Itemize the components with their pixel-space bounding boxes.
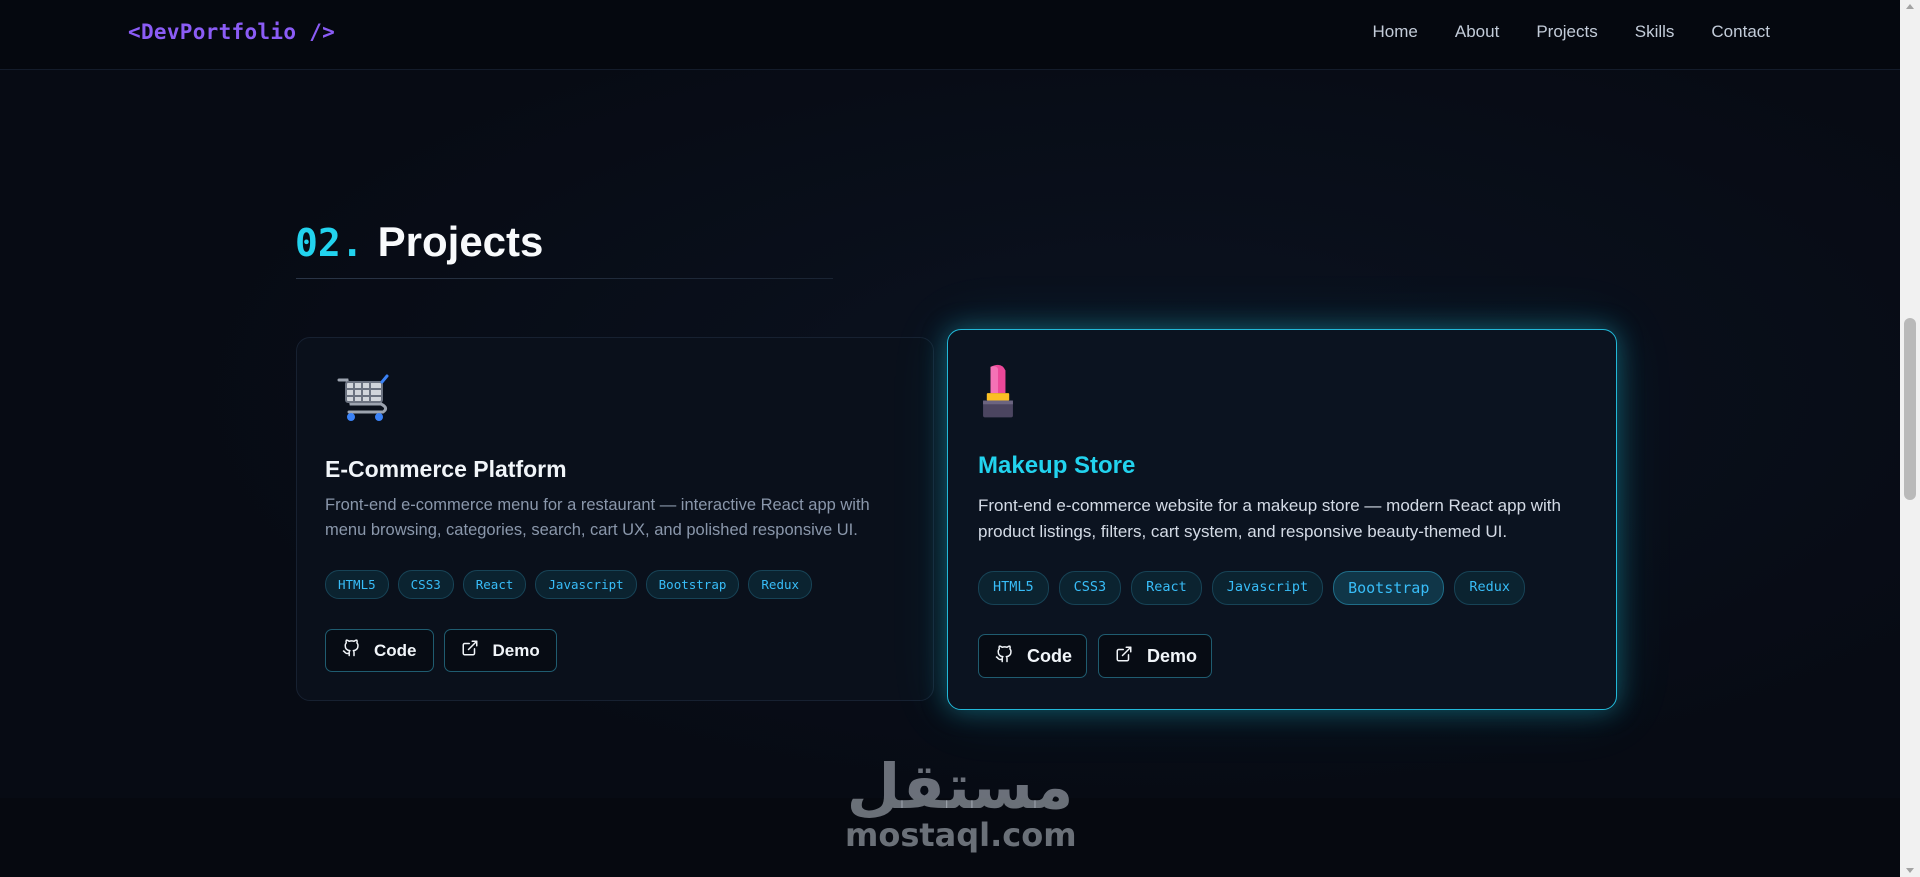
tech-tags: HTML5 CSS3 React Javascript Bootstrap Re… (325, 570, 813, 599)
project-actions: Code Demo (978, 634, 1213, 678)
portfolio-page: <DevPortfolio /> Home About Projects Ski… (0, 0, 1920, 877)
code-button-label: Code (374, 640, 417, 660)
code-button[interactable]: Code (325, 629, 434, 672)
tech-tag: Redux (748, 570, 813, 599)
nav-link-contact[interactable]: Contact (1711, 22, 1770, 42)
scroll-up-arrow-icon[interactable] (1906, 4, 1914, 9)
demo-button[interactable]: Demo (443, 629, 557, 672)
scroll-down-arrow-icon[interactable] (1906, 868, 1914, 873)
code-button[interactable]: Code (978, 634, 1087, 678)
nav-links: Home About Projects Skills Contact (1373, 22, 1770, 42)
section-divider (296, 278, 833, 279)
watermark: مستقل mostaql.com (845, 750, 1077, 854)
tech-tag: Redux (1454, 571, 1525, 605)
demo-button-label: Demo (1147, 645, 1198, 666)
project-title: Makeup Store (978, 452, 1136, 479)
section-number: 02. (295, 221, 364, 265)
tech-tag: HTML5 (325, 570, 389, 599)
section-heading: 02. Projects (295, 218, 543, 266)
shopping-cart-icon (335, 370, 395, 430)
section-title: Projects (377, 218, 544, 265)
project-title: E-Commerce Platform (325, 456, 567, 482)
project-card-ecommerce[interactable]: E-Commerce Platform Front-end e-commerce… (296, 337, 934, 701)
tech-tags: HTML5 CSS3 React Javascript Bootstrap Re… (978, 571, 1525, 605)
tech-tag: Bootstrap (1333, 571, 1445, 605)
lipstick-icon (970, 360, 1030, 420)
external-link-icon (461, 639, 479, 662)
nav-link-skills[interactable]: Skills (1635, 22, 1675, 42)
external-link-icon (1115, 645, 1133, 668)
tech-tag: Javascript (1211, 571, 1324, 605)
navbar: <DevPortfolio /> Home About Projects Ski… (0, 0, 1900, 70)
tech-tag: CSS3 (397, 570, 454, 599)
github-icon (995, 644, 1013, 668)
tech-tag: HTML5 (978, 571, 1049, 605)
scroll-thumb[interactable] (1904, 318, 1916, 500)
tech-tag: CSS3 (1058, 571, 1122, 605)
watermark-latin: mostaql.com (845, 816, 1077, 854)
scrollbar[interactable] (1900, 0, 1920, 877)
project-description: Front-end e-commerce menu for a restaura… (325, 496, 870, 539)
tech-tag: React (462, 570, 527, 599)
code-button-label: Code (1027, 645, 1072, 666)
nav-link-home[interactable]: Home (1373, 22, 1418, 42)
tech-tag: React (1131, 571, 1202, 605)
demo-button[interactable]: Demo (1098, 634, 1213, 678)
nav-link-projects[interactable]: Projects (1536, 22, 1597, 42)
tech-tag: Bootstrap (645, 570, 740, 599)
watermark-arabic: مستقل (846, 750, 1074, 823)
nav-link-about[interactable]: About (1455, 22, 1499, 42)
tech-tag: Javascript (535, 570, 637, 599)
project-actions: Code Demo (325, 629, 557, 672)
github-icon (342, 639, 360, 662)
brand-logo[interactable]: <DevPortfolio /> (128, 20, 335, 44)
project-description: Front-end e-commerce website for a makeu… (978, 496, 1561, 541)
project-card-makeup[interactable]: Makeup Store Front-end e-commerce websit… (947, 329, 1617, 710)
demo-button-label: Demo (492, 640, 540, 660)
